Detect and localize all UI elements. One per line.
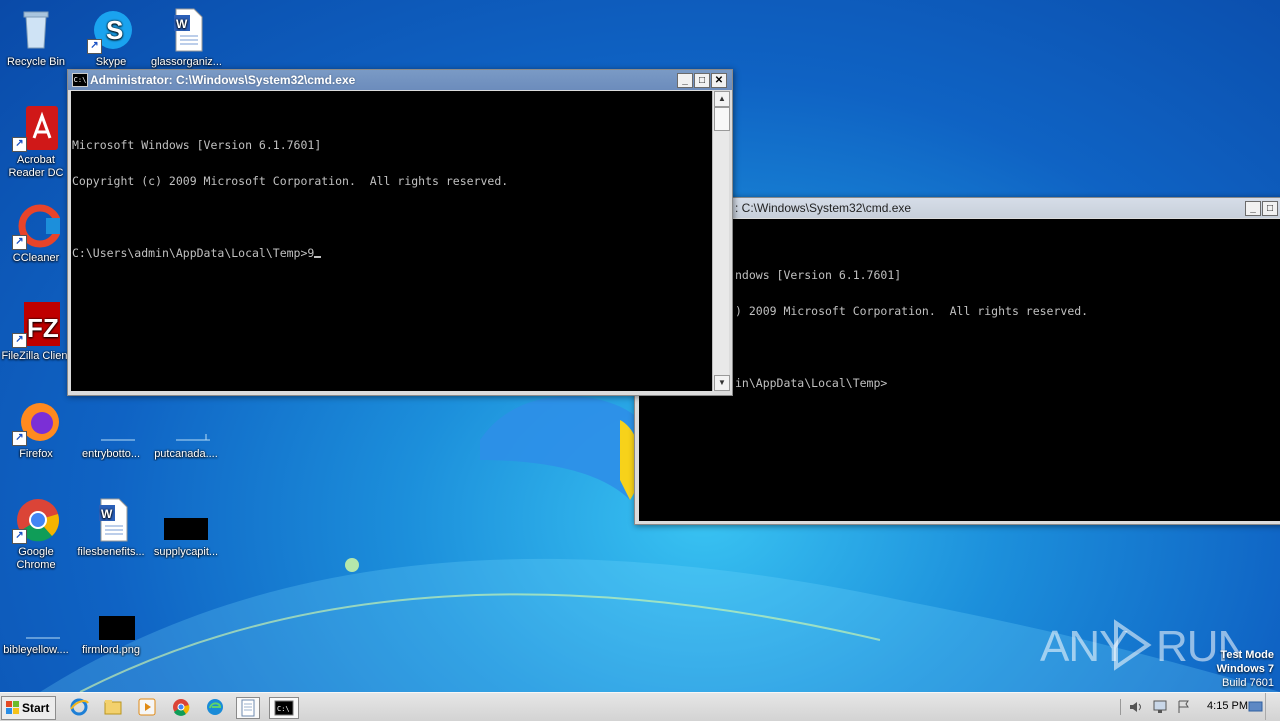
scroll-down-arrow-icon[interactable]: ▼ xyxy=(714,375,730,391)
maximize-button[interactable]: □ xyxy=(694,73,710,88)
system-info: Test Mode Windows 7 Build 7601 xyxy=(1217,648,1274,690)
window-title: : C:\Windows\System32\cmd.exe xyxy=(735,201,912,215)
svg-text:C:\: C:\ xyxy=(277,705,290,713)
console-line: ) 2009 Microsoft Corporation. All rights… xyxy=(735,304,1089,318)
acrobat-desktop-icon[interactable]: ↗ Acrobat Reader DC xyxy=(0,104,72,180)
maximize-button[interactable]: □ xyxy=(1262,201,1278,216)
notepad-icon[interactable] xyxy=(236,697,260,719)
shortcut-arrow-icon: ↗ xyxy=(87,39,102,54)
shortcut-arrow-icon: ↗ xyxy=(12,235,27,250)
edge-icon[interactable] xyxy=(204,697,226,717)
console-output[interactable]: Microsoft Windows [Version 6.1.7601] Cop… xyxy=(71,91,712,391)
media-player-icon[interactable] xyxy=(136,697,158,717)
glassorganiz-desktop-icon[interactable]: W glassorganiz... xyxy=(150,6,222,69)
bibleyellow-desktop-icon[interactable]: bibleyellow.... xyxy=(0,594,72,657)
system-tray: 4:15 PM xyxy=(1120,693,1280,721)
title-bar[interactable]: C:\ Administrator: C:\Windows\System32\c… xyxy=(68,70,732,90)
start-label: Start xyxy=(22,701,50,715)
recycle-bin-desktop-icon[interactable]: Recycle Bin xyxy=(0,6,72,69)
tray-divider-icon xyxy=(1120,699,1127,715)
putcanada-desktop-icon[interactable]: putcanada.... xyxy=(150,398,222,461)
minimize-button[interactable]: _ xyxy=(677,73,693,88)
windows-flag-icon xyxy=(6,701,19,714)
start-button[interactable]: Start xyxy=(1,696,56,720)
svg-text:W: W xyxy=(101,507,113,521)
firmlord-desktop-icon[interactable]: firmlord.png xyxy=(75,594,147,657)
filesbenefits-desktop-icon[interactable]: W filesbenefits... xyxy=(75,496,147,559)
ccleaner-desktop-icon[interactable]: ↗ CCleaner xyxy=(0,202,72,265)
clock[interactable]: 4:15 PM xyxy=(1207,700,1248,712)
blank-file-icon xyxy=(12,594,70,642)
acrobat-icon: ↗ xyxy=(12,104,60,152)
ccleaner-icon: ↗ xyxy=(12,202,62,250)
cmd-icon: C:\ xyxy=(72,73,88,87)
filezilla-icon: FZ ↗ xyxy=(12,300,60,348)
window-title: Administrator: C:\Windows\System32\cmd.e… xyxy=(90,73,356,87)
shortcut-arrow-icon: ↗ xyxy=(12,333,27,348)
chrome-icon: ↗ xyxy=(12,496,60,544)
word-document-icon: W xyxy=(162,6,210,54)
console-line: Microsoft Windows [Version 6.1.7601] xyxy=(72,138,322,152)
scroll-up-arrow-icon[interactable]: ▲ xyxy=(714,91,730,107)
console-line: ndows [Version 6.1.7601] xyxy=(735,268,902,282)
cmd-taskbar-icon[interactable]: C:\ xyxy=(269,697,299,719)
console-line: in\AppData\Local\Temp> xyxy=(735,376,888,390)
console-prompt: C:\Users\admin\AppData\Local\Temp>9 xyxy=(72,246,315,260)
cmd-window-front[interactable]: C:\ Administrator: C:\Windows\System32\c… xyxy=(67,69,733,396)
taskbar: Start C:\ 4:15 PM xyxy=(0,692,1280,721)
filezilla-desktop-icon[interactable]: FZ ↗ FileZilla Client xyxy=(0,300,72,363)
explorer-icon[interactable] xyxy=(102,697,124,717)
scroll-thumb[interactable] xyxy=(714,107,730,131)
test-mode-label: Test Mode xyxy=(1220,649,1274,661)
chrome-desktop-icon[interactable]: ↗ Google Chrome xyxy=(0,496,72,572)
supplycapit-desktop-icon[interactable]: supplycapit... xyxy=(150,496,222,559)
os-label: Windows 7 xyxy=(1216,663,1274,675)
skype-desktop-icon[interactable]: S ↗ Skype xyxy=(75,6,147,69)
vertical-scrollbar[interactable]: ▲ ▼ xyxy=(712,91,730,391)
entrybotto-desktop-icon[interactable]: entrybotto... xyxy=(75,398,147,461)
close-button[interactable]: ✕ xyxy=(711,73,727,88)
blank-file-icon xyxy=(87,398,135,446)
console-output[interactable]: ndows [Version 6.1.7601] ) 2009 Microsof… xyxy=(639,219,1280,521)
skype-icon: S ↗ xyxy=(87,6,135,54)
anyrun-watermark: ANY RUN xyxy=(1040,617,1249,671)
image-thumbnail-icon xyxy=(162,496,210,544)
firefox-icon: ↗ xyxy=(12,398,60,446)
minimize-button[interactable]: _ xyxy=(1245,201,1261,216)
recycle-bin-icon xyxy=(12,6,60,54)
word-document-icon: W xyxy=(87,496,135,544)
network-icon[interactable] xyxy=(1152,699,1168,715)
firefox-desktop-icon[interactable]: ↗ Firefox xyxy=(0,398,72,461)
internet-explorer-icon[interactable] xyxy=(68,697,90,717)
image-thumbnail-icon xyxy=(87,594,145,642)
svg-text:FZ: FZ xyxy=(27,313,59,343)
speaker-icon[interactable] xyxy=(1128,699,1144,715)
action-center-icon[interactable] xyxy=(1176,699,1192,715)
show-desktop-button[interactable] xyxy=(1265,693,1280,720)
notification-icon[interactable] xyxy=(1248,700,1264,714)
text-cursor xyxy=(314,256,322,258)
blank-file-icon xyxy=(162,398,210,446)
chrome-icon[interactable] xyxy=(170,697,192,717)
svg-text:W: W xyxy=(176,17,188,31)
shortcut-arrow-icon: ↗ xyxy=(12,431,27,446)
svg-text:S: S xyxy=(106,15,123,45)
shortcut-arrow-icon: ↗ xyxy=(12,529,27,544)
shortcut-arrow-icon: ↗ xyxy=(12,137,27,152)
console-line: Copyright (c) 2009 Microsoft Corporation… xyxy=(72,174,509,188)
build-label: Build 7601 xyxy=(1222,677,1274,689)
